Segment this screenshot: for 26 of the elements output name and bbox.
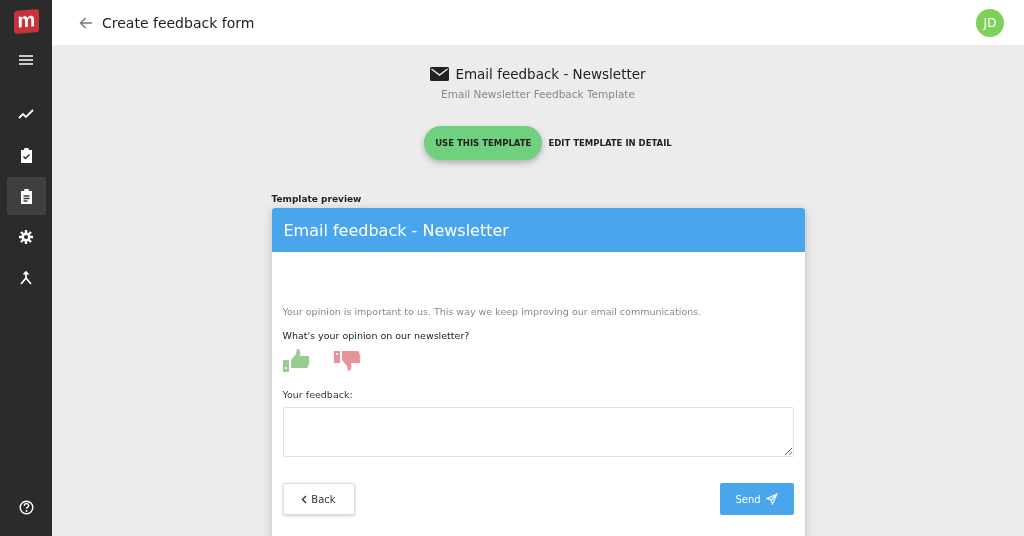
feedback-label: Your feedback: bbox=[282, 389, 354, 400]
feedback-field[interactable] bbox=[282, 407, 794, 457]
chevron-left-icon bbox=[301, 494, 308, 504]
envelope-icon bbox=[430, 67, 450, 81]
edit-template-button[interactable]: EDIT TEMPLATE IN DETAIL bbox=[548, 138, 672, 148]
page-title: Create feedback form bbox=[102, 14, 255, 31]
settings-icon bbox=[19, 230, 33, 244]
form-title: Email feedback - Newsletter bbox=[283, 220, 509, 240]
back-button[interactable]: Back bbox=[282, 483, 355, 515]
clipboard-check-icon bbox=[19, 147, 33, 163]
paper-plane-icon bbox=[765, 493, 778, 505]
preview-label: Template preview bbox=[271, 194, 363, 204]
question-text: What's your opinion on our newsletter? bbox=[282, 330, 471, 341]
help-icon[interactable] bbox=[18, 500, 34, 515]
thumbs-up-icon[interactable] bbox=[282, 349, 310, 374]
template-subtitle: Email Newsletter Feedback Template bbox=[441, 88, 635, 100]
merge-icon bbox=[20, 271, 32, 285]
clipboard-icon bbox=[19, 188, 33, 204]
clipboard-nav-item[interactable] bbox=[6, 177, 46, 215]
back-arrow-icon[interactable] bbox=[79, 16, 92, 29]
use-template-button[interactable]: USE THIS TEMPLATE bbox=[424, 126, 543, 160]
intro-text: Your opinion is important to us. This way we keep improving our email communications. bbox=[282, 306, 703, 317]
menu-icon[interactable] bbox=[19, 55, 33, 65]
template-title: Email feedback - Newsletter bbox=[455, 66, 646, 82]
app-logo[interactable]: m bbox=[13, 9, 39, 34]
trend-icon bbox=[18, 109, 34, 119]
